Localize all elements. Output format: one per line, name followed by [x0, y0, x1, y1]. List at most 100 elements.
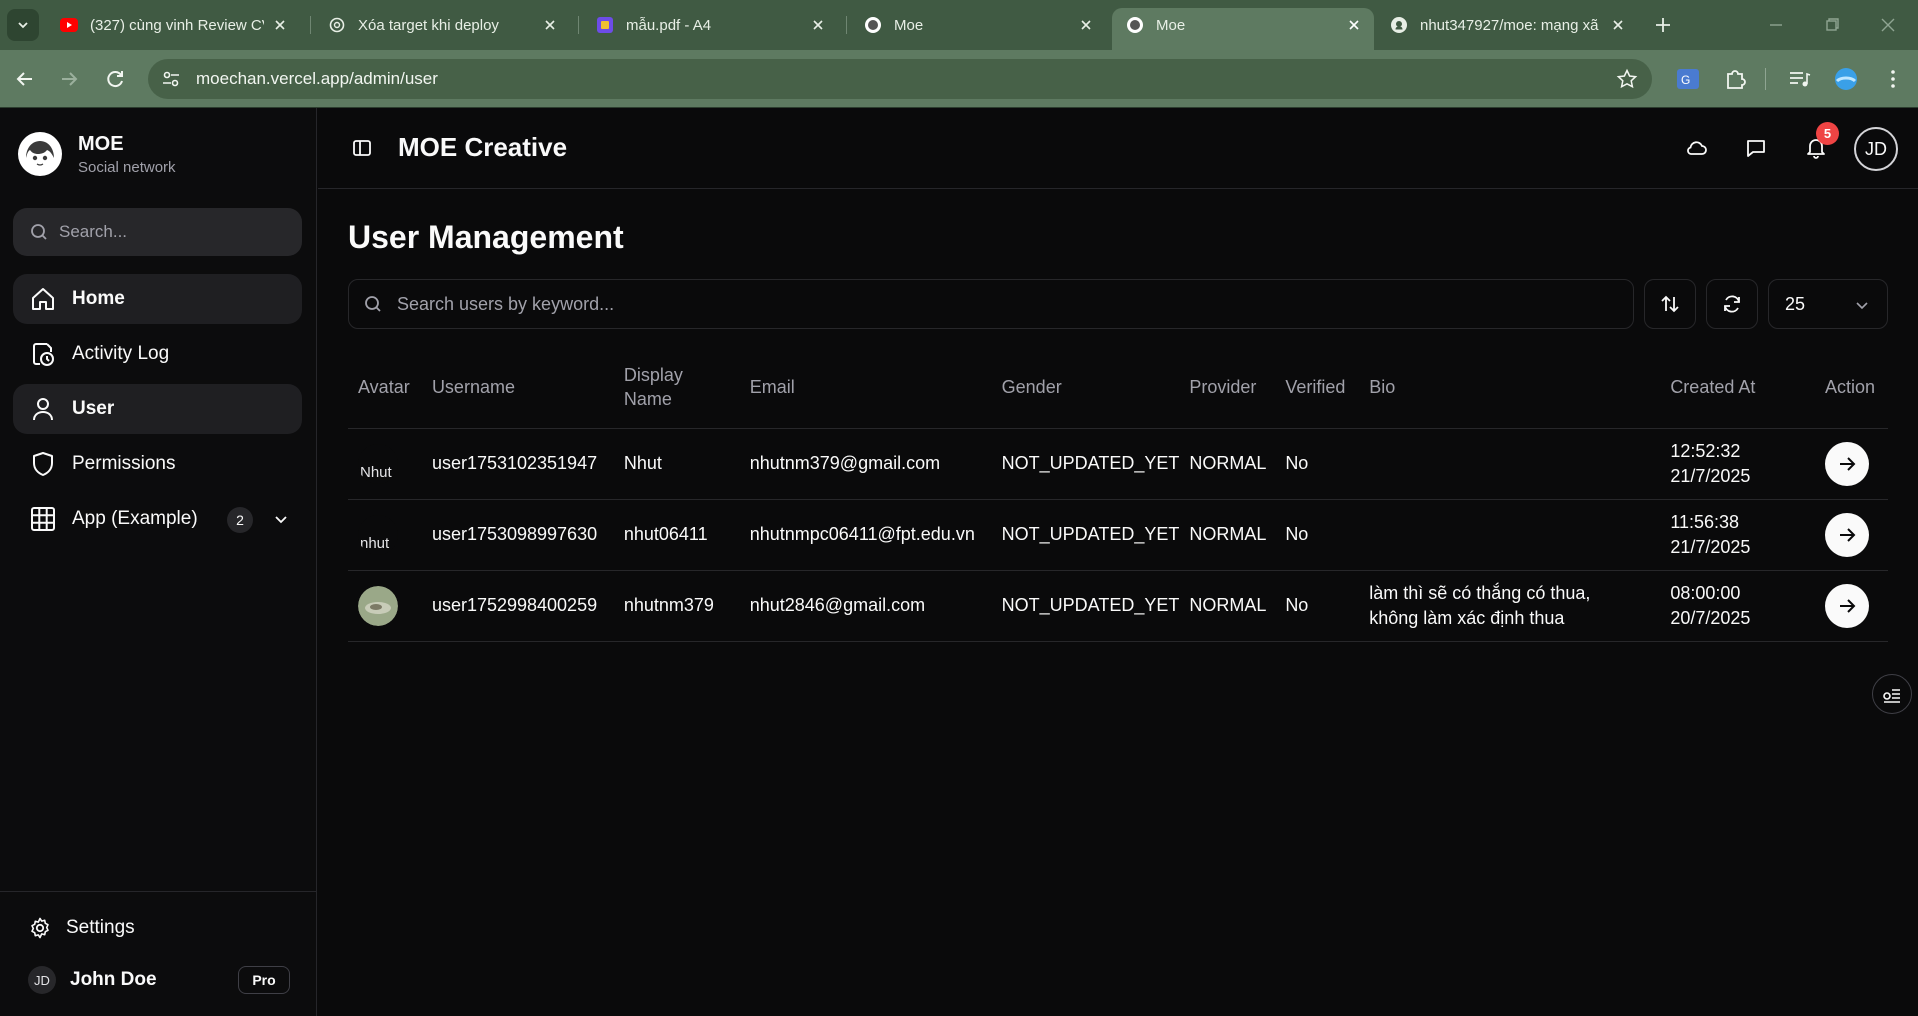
address-bar-row: moechan.vercel.app/admin/user G	[0, 50, 1918, 108]
table-row[interactable]: Nhut user1753102351947 Nhut nhutnm379@gm…	[348, 428, 1888, 500]
media-control-icon[interactable]	[1786, 66, 1812, 92]
browser-tab[interactable]: Xóa target khi deploy	[314, 8, 570, 42]
new-tab-icon[interactable]	[1650, 12, 1676, 38]
reload-icon[interactable]	[102, 66, 128, 92]
tab-title: nhut347927/moe: mạng xã	[1420, 16, 1599, 34]
sidebar-item-permissions[interactable]: Permissions	[13, 439, 302, 489]
sidebar-user-profile[interactable]: JD John Doe Pro	[28, 966, 290, 994]
created-time: 12:52:32	[1670, 440, 1741, 461]
table-header-row: Avatar Username Display Name Email Gende…	[348, 346, 1888, 429]
brand-subtitle: Social network	[78, 158, 176, 176]
browser-tab[interactable]: nhut347927/moe: mạng xã	[1376, 8, 1638, 42]
column-header[interactable]: Bio	[1359, 346, 1661, 429]
view-user-button[interactable]	[1825, 583, 1870, 628]
table-row[interactable]: user1752998400259 nhutnm379 nhut2846@gma…	[348, 570, 1888, 642]
table-row[interactable]: nhut user1753098997630 nhut06411 nhutnmp…	[348, 499, 1888, 571]
refresh-button[interactable]	[1706, 279, 1758, 329]
column-header[interactable]: Email	[739, 346, 992, 429]
profile-icon[interactable]	[1833, 66, 1859, 92]
arrow-right-icon	[1840, 456, 1856, 471]
browser-tab-active[interactable]: Moe	[1112, 8, 1374, 50]
sidebar-item-label: Activity Log	[72, 343, 170, 364]
created-time: 08:00:00	[1670, 582, 1741, 603]
sort-button[interactable]	[1644, 279, 1696, 329]
sidebar-item-user[interactable]: User	[13, 384, 302, 434]
view-user-button[interactable]	[1825, 441, 1870, 486]
provider-cell: NORMAL	[1179, 428, 1276, 500]
more-menu-icon[interactable]	[1880, 66, 1906, 92]
column-header[interactable]: Created At	[1660, 346, 1816, 429]
bio-cell: làm thì sẽ có thắng có thua, không làm x…	[1359, 570, 1661, 642]
sidebar-toggle-icon[interactable]	[350, 136, 374, 160]
close-icon[interactable]	[1078, 17, 1094, 33]
url-text: moechan.vercel.app/admin/user	[196, 69, 438, 88]
column-header[interactable]: Username	[421, 346, 614, 429]
username-cell: user1753102351947	[421, 428, 614, 500]
bio-cell	[1359, 428, 1661, 500]
page-size-value: 25	[1785, 293, 1806, 314]
column-header[interactable]: Verified	[1275, 346, 1360, 429]
chevron-down-icon	[1856, 302, 1868, 310]
minimize-icon[interactable]	[1763, 12, 1789, 38]
browser-tab[interactable]: Moe	[850, 8, 1106, 42]
tab-separator	[310, 16, 311, 34]
google-translate-icon[interactable]: G	[1675, 66, 1701, 92]
column-header[interactable]: Provider	[1179, 346, 1276, 429]
close-icon[interactable]	[810, 17, 826, 33]
floating-settings-button[interactable]	[1872, 674, 1912, 714]
avatar[interactable]: JD	[1854, 127, 1898, 171]
sidebar-item-activity-log[interactable]: Activity Log	[13, 329, 302, 379]
chevron-down-icon[interactable]	[271, 509, 291, 529]
settings-link[interactable]: Settings	[28, 916, 135, 940]
close-icon[interactable]	[542, 17, 558, 33]
bookmark-star-icon[interactable]	[1616, 68, 1638, 90]
created-date: 20/7/2025	[1670, 607, 1751, 628]
close-icon[interactable]	[272, 17, 288, 33]
arrow-right-icon	[1840, 527, 1856, 542]
home-icon	[32, 288, 54, 310]
column-header[interactable]: Display Name	[613, 346, 740, 429]
avatar	[358, 585, 398, 626]
back-icon[interactable]	[12, 66, 38, 92]
column-header[interactable]: Gender	[991, 346, 1180, 429]
plan-badge: Pro	[238, 966, 290, 994]
close-window-icon[interactable]	[1875, 12, 1901, 38]
close-icon[interactable]	[1346, 17, 1362, 33]
gear-icon	[31, 917, 49, 939]
forward-icon[interactable]	[56, 66, 82, 92]
omnibox[interactable]: moechan.vercel.app/admin/user	[148, 59, 1652, 99]
pdf-editor-icon	[596, 16, 614, 34]
close-icon[interactable]	[1610, 17, 1626, 33]
verified-cell: No	[1275, 499, 1360, 571]
sidebar-search-placeholder: Search...	[59, 222, 128, 241]
cloud-icon[interactable]	[1683, 135, 1709, 161]
user-search-input[interactable]: Search users by keyword...	[348, 279, 1634, 329]
column-header[interactable]: Avatar	[348, 346, 422, 429]
gender-cell: NOT_UPDATED_YET	[991, 499, 1180, 571]
username-cell: user1753098997630	[421, 499, 614, 571]
created-date: 21/7/2025	[1670, 536, 1751, 557]
bio-cell	[1359, 499, 1661, 571]
tab-separator	[846, 16, 847, 34]
restore-icon[interactable]	[1819, 12, 1845, 38]
tab-title: Moe	[894, 16, 924, 34]
site-info-icon[interactable]	[158, 66, 184, 92]
sidebar-item-home[interactable]: Home	[13, 274, 302, 324]
sidebar-search-input[interactable]: Search...	[13, 208, 302, 256]
page-size-select[interactable]: 25	[1768, 279, 1888, 329]
sidebar-item-app-example[interactable]: App (Example) 2	[13, 494, 302, 544]
browser-tab[interactable]: mẫu.pdf - A4	[582, 8, 838, 42]
extensions-icon[interactable]	[1722, 66, 1748, 92]
users-table: Avatar Username Display Name Email Gende…	[348, 346, 1888, 642]
browser-tab[interactable]: (327) cùng vinh Review CV	[46, 8, 300, 42]
count-badge: 2	[227, 507, 253, 533]
sort-arrows-icon	[1661, 295, 1679, 313]
avatar: JD	[28, 966, 56, 994]
browser-tab-bar: (327) cùng vinh Review CV Xóa target khi…	[0, 0, 1918, 50]
column-header[interactable]: Action	[1815, 346, 1888, 429]
sidebar-brand[interactable]: MOE Social network	[18, 132, 176, 176]
view-user-button[interactable]	[1825, 512, 1870, 557]
message-icon[interactable]	[1743, 135, 1769, 161]
tab-search-button[interactable]	[7, 9, 39, 41]
workspace-title: MOE Creative	[398, 132, 568, 162]
